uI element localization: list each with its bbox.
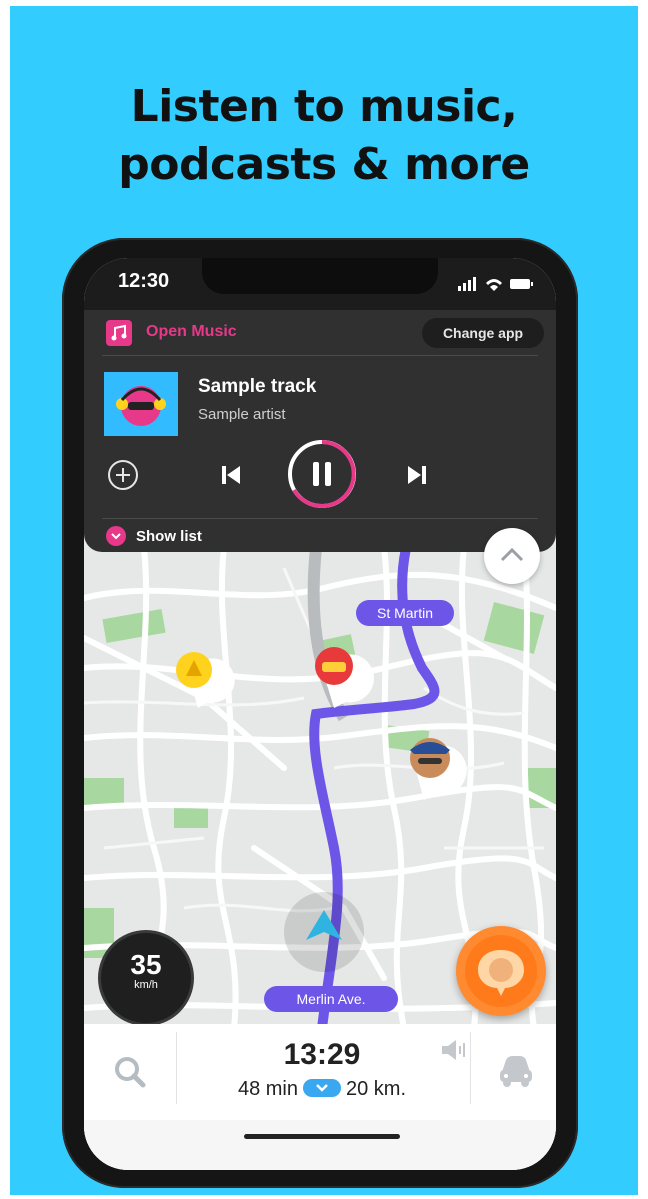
divider (102, 355, 538, 356)
change-app-button[interactable]: Change app (422, 318, 544, 348)
next-icon[interactable] (402, 460, 432, 490)
open-music-link[interactable]: Open Music (146, 323, 237, 341)
status-bar: 12:30 (84, 258, 556, 310)
chevron-down-icon[interactable] (106, 526, 126, 546)
music-panel: Open Music Change app Sample track Sampl… (84, 310, 556, 552)
home-indicator-area (84, 1120, 556, 1170)
divider (102, 518, 538, 519)
divider (470, 1032, 471, 1104)
chevron-down-icon (303, 1078, 341, 1097)
headline-line-1: Listen to music, (130, 81, 518, 132)
trip-summary[interactable]: 48 min 20 km. (184, 1078, 460, 1101)
eta-time[interactable]: 13:29 (184, 1038, 460, 1072)
divider (176, 1032, 177, 1104)
track-title: Sample track (198, 376, 317, 397)
home-indicator[interactable] (244, 1134, 400, 1139)
album-art (104, 372, 178, 436)
show-list-button[interactable]: Show list (136, 528, 202, 545)
street-label-top: St Martin (356, 600, 454, 626)
car-icon[interactable] (494, 1050, 538, 1090)
bottom-bar: 13:29 48 min 20 km. (84, 1024, 556, 1170)
track-artist: Sample artist (198, 406, 286, 423)
status-time: 12:30 (118, 270, 170, 292)
trip-distance: 20 km. (346, 1078, 407, 1100)
chevron-up-icon (500, 547, 524, 562)
search-icon[interactable] (110, 1052, 150, 1092)
phone-notch (202, 258, 438, 294)
music-note-icon[interactable] (106, 320, 132, 346)
pause-icon (313, 462, 331, 486)
pause-button[interactable] (286, 438, 358, 510)
signal-wifi-battery-icon (458, 277, 533, 291)
promo-headline: Listen to music, podcasts & more (10, 78, 638, 194)
trip-duration: 48 min (237, 1078, 298, 1100)
report-icon (465, 935, 537, 1007)
speedometer: 35 km/h (98, 930, 194, 1026)
speed-unit: km/h (134, 979, 158, 991)
previous-icon[interactable] (216, 460, 246, 490)
street-label-bottom: Merlin Ave. (264, 986, 398, 1012)
phone-screen: St Martin Merlin Ave. 35 km/h 12:30 Open… (84, 258, 556, 1170)
headline-line-2: podcasts & more (118, 139, 530, 190)
speed-value: 35 (130, 949, 162, 980)
report-button[interactable] (456, 926, 546, 1016)
add-icon[interactable] (106, 458, 140, 492)
collapse-panel-button[interactable] (484, 528, 540, 584)
speaker-icon[interactable] (438, 1038, 468, 1062)
